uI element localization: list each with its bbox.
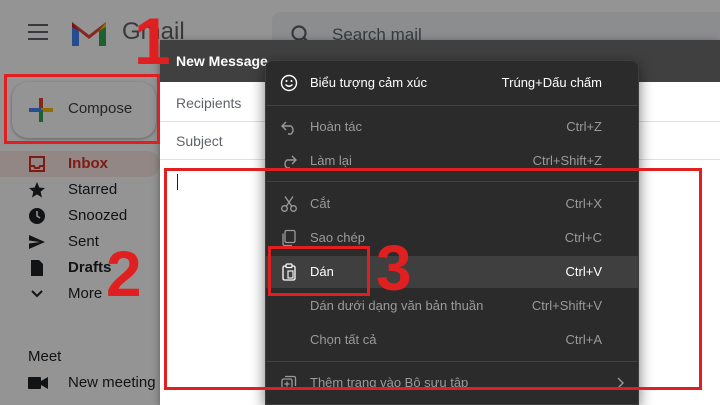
- clock-icon: [29, 208, 45, 224]
- sidebar-item-label: Drafts: [68, 259, 112, 276]
- menu-item-shortcut: Ctrl+Z: [566, 119, 602, 134]
- meet-section-title: Meet: [28, 348, 62, 365]
- menu-item-label: Thêm trang vào Bộ sưu tập: [310, 375, 469, 390]
- chevron-down-icon: [31, 290, 43, 298]
- scissors-icon: [281, 196, 297, 212]
- step3-number: 3: [376, 232, 412, 304]
- menu-item-label: Cắt: [310, 196, 331, 211]
- menu-item-shortcut: Ctrl+C: [564, 230, 602, 245]
- chevron-right-icon: [617, 377, 624, 389]
- sidebar-item-label: New meeting: [68, 374, 156, 391]
- undo-icon: [281, 121, 294, 135]
- compose-label: Compose: [68, 100, 133, 117]
- inbox-icon: [29, 156, 45, 172]
- star-icon: [29, 182, 45, 198]
- menu-item-emoji[interactable]: Biểu tượng cảm xúc Trúng+Dấu chấm: [266, 67, 638, 99]
- sidebar-item-new-meeting[interactable]: New meeting: [0, 372, 160, 394]
- redo-icon: [284, 155, 297, 169]
- subject-placeholder: Subject: [176, 133, 223, 149]
- step2-number: 2: [106, 238, 142, 310]
- menu-item-cut[interactable]: Cắt Ctrl+X: [266, 188, 638, 220]
- clipboard-icon: [282, 263, 296, 281]
- menu-separator: [266, 361, 638, 362]
- collection-add-icon: [281, 375, 297, 390]
- sidebar-item-label: More: [68, 285, 103, 302]
- menu-item-shortcut: Ctrl+X: [565, 196, 602, 211]
- menu-item-undo[interactable]: Hoàn tác Ctrl+Z: [266, 111, 638, 143]
- sidebar-item-label: Inbox: [68, 155, 108, 172]
- sidebar-item-label: Snoozed: [68, 207, 128, 224]
- menu-separator: [266, 181, 638, 182]
- new-message-title: New Message: [176, 53, 268, 69]
- send-icon: [29, 235, 45, 249]
- main-menu-icon[interactable]: [28, 24, 48, 40]
- plus-icon: [29, 98, 53, 122]
- compose-button[interactable]: Compose: [12, 82, 156, 138]
- menu-item-label: Chọn tất cả: [310, 332, 377, 347]
- sidebar-item-label: Sent: [68, 233, 99, 250]
- gmail-logo-icon[interactable]: [69, 18, 109, 48]
- copy-icon: [282, 229, 296, 247]
- menu-item-label: Biểu tượng cảm xúc: [310, 75, 427, 90]
- menu-item-shortcut: Ctrl+Shift+V: [531, 298, 602, 313]
- video-camera-icon: [28, 377, 48, 389]
- emoji-icon: [280, 74, 298, 92]
- menu-item-label: Dán: [310, 264, 334, 279]
- sidebar-item-snoozed[interactable]: Snoozed: [0, 203, 160, 229]
- menu-item-redo[interactable]: Làm lại Ctrl+Shift+Z: [266, 145, 638, 177]
- menu-item-label: Hoàn tác: [310, 119, 363, 134]
- context-menu: Biểu tượng cảm xúc Trúng+Dấu chấm Hoàn t…: [265, 60, 639, 405]
- menu-item-label: Làm lại: [310, 153, 352, 168]
- menu-item-shortcut: Trúng+Dấu chấm: [501, 75, 602, 90]
- menu-item-shortcut: Ctrl+A: [565, 332, 602, 347]
- sidebar-item-label: Starred: [68, 181, 118, 198]
- draft-icon: [31, 260, 43, 276]
- sidebar-item-inbox[interactable]: Inbox: [0, 151, 160, 177]
- menu-item-select-all[interactable]: Chọn tất cả Ctrl+A: [266, 324, 638, 356]
- menu-item-paste-plain-text[interactable]: Dán dưới dạng văn bản thuần Ctrl+Shift+V: [266, 290, 638, 322]
- menu-item-add-to-collection[interactable]: Thêm trang vào Bộ sưu tập: [266, 367, 638, 399]
- sidebar-item-starred[interactable]: Starred: [0, 177, 160, 203]
- text-caret: [177, 174, 178, 190]
- menu-item-label: Sao chép: [310, 230, 365, 245]
- step1-number: 1: [134, 4, 171, 78]
- menu-item-copy[interactable]: Sao chép Ctrl+C: [266, 222, 638, 254]
- menu-item-shortcut: Ctrl+Shift+Z: [532, 153, 602, 168]
- recipients-placeholder: Recipients: [176, 95, 242, 111]
- menu-item-paste[interactable]: Dán Ctrl+V: [266, 256, 638, 288]
- menu-separator: [266, 105, 638, 106]
- menu-item-shortcut: Ctrl+V: [565, 264, 602, 279]
